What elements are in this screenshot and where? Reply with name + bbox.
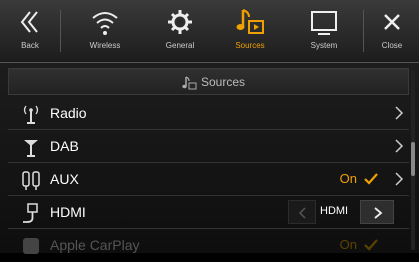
general-label: General: [165, 41, 195, 50]
monitor-icon: [311, 11, 337, 35]
source-row-aux[interactable]: AUX On: [8, 163, 409, 196]
aux-status-value: On: [339, 171, 357, 186]
source-row-hdmi: HDMI HDMI: [8, 196, 409, 229]
close-label: Close: [381, 41, 403, 50]
hdmi-setting-value: HDMI: [320, 205, 349, 217]
hdmi-plug-icon: [23, 203, 38, 223]
back-button[interactable]: Back: [0, 0, 60, 62]
source-label: Apple CarPlay: [50, 237, 140, 253]
system-label: System: [310, 41, 338, 50]
carplay-icon: [23, 238, 39, 254]
scrollbar-thumb[interactable]: [411, 142, 415, 176]
close-button[interactable]: Close: [365, 0, 419, 62]
wireless-button[interactable]: Wireless: [70, 0, 140, 62]
back-label: Back: [21, 41, 39, 50]
top-toolbar: Back Wireless General Sources System Clo…: [0, 0, 419, 63]
sources-list: Sources Radio DAB AUX On HDMI HDMI Apple…: [0, 63, 419, 254]
source-label: DAB: [50, 138, 79, 154]
checkmark-icon: [364, 173, 378, 185]
chevron-right-icon: [395, 106, 404, 120]
wireless-label: Wireless: [89, 41, 121, 50]
back-icon: [20, 11, 38, 33]
radio-antenna-icon: [23, 105, 39, 124]
gear-icon: [168, 10, 192, 34]
sources-button[interactable]: Sources: [215, 0, 285, 62]
source-label: HDMI: [50, 204, 86, 220]
carplay-status-value: On: [339, 237, 357, 252]
source-label: AUX: [50, 171, 79, 187]
close-icon: [384, 14, 400, 30]
general-button[interactable]: General: [145, 0, 215, 62]
source-row-dab[interactable]: DAB: [8, 130, 409, 163]
source-row-radio[interactable]: Radio: [8, 97, 409, 130]
sources-header: Sources: [8, 68, 409, 95]
system-button[interactable]: System: [289, 0, 359, 62]
sources-label: Sources: [235, 41, 265, 50]
dab-antenna-icon: [24, 140, 38, 157]
chevron-right-icon: [395, 172, 404, 186]
rca-plug-icon: [22, 171, 40, 190]
chevron-left-icon: [298, 207, 306, 219]
music-note-icon: [236, 9, 264, 34]
source-label: Radio: [50, 105, 87, 121]
source-row-carplay[interactable]: Apple CarPlay On: [8, 229, 409, 262]
hdmi-next-button[interactable]: [360, 200, 394, 224]
sources-music-icon: [182, 76, 197, 90]
sources-header-title: Sources: [201, 75, 246, 89]
hdmi-prev-button[interactable]: [288, 200, 316, 224]
toolbar-divider: [363, 10, 364, 52]
chevron-right-icon: [374, 207, 383, 219]
wifi-icon: [92, 12, 118, 35]
chevron-right-icon: [395, 139, 404, 153]
checkmark-icon: [364, 239, 378, 251]
toolbar-divider: [60, 10, 61, 52]
